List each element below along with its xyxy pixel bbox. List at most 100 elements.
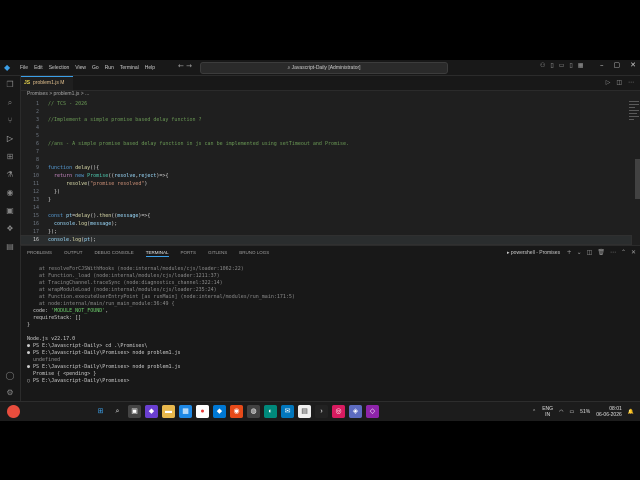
maximize-panel-icon[interactable]: ⌃ (621, 249, 626, 256)
code-line[interactable]: 5 (21, 132, 631, 140)
code-line[interactable]: 4 (21, 124, 631, 132)
app-pink-icon[interactable]: ◎ (332, 405, 345, 418)
terminal-line: code: 'MODULE_NOT_FOUND', (27, 308, 109, 314)
store-icon[interactable]: ▦ (179, 405, 192, 418)
code-line[interactable]: 13} (21, 196, 631, 204)
code-line[interactable]: 17}); (21, 228, 631, 236)
remote-explorer-icon[interactable]: ▣ (5, 206, 15, 216)
explorer-icon[interactable]: ❐ (5, 80, 15, 90)
tab-problems[interactable]: PROBLEMS (27, 250, 52, 257)
tab-gitlens[interactable]: GITLENS (208, 250, 227, 257)
tab-problem1[interactable]: JS problem1.js M (21, 76, 73, 90)
search-icon[interactable]: ⌕ (5, 98, 15, 108)
widgets-icon[interactable] (7, 405, 20, 418)
menu-run[interactable]: Run (105, 65, 114, 71)
menu-help[interactable]: Help (145, 65, 155, 71)
tab-ports[interactable]: PORTS (181, 250, 196, 257)
menu-terminal[interactable]: Terminal (120, 65, 139, 71)
minimize-icon[interactable]: – (600, 61, 604, 69)
code-line[interactable]: 7 (21, 148, 631, 156)
command-center-search[interactable]: ⌕ Javascript-Daily [Administrator] (200, 62, 448, 74)
code-line[interactable]: 6 //ans - A simple promise based delay fu… (21, 140, 631, 148)
split-editor-icon[interactable]: ◫ (616, 79, 622, 86)
tab-debug-console[interactable]: DEBUG CONSOLE (95, 250, 134, 257)
settings-gear-icon[interactable]: ⚙ (5, 388, 15, 398)
terminal-instance[interactable]: ▸ powershell - Promises (507, 250, 560, 256)
app-icon[interactable]: ◆ (145, 405, 158, 418)
menu-file[interactable]: File (20, 65, 28, 71)
terminal-line: Promise { <pending> } (27, 371, 97, 377)
wifi-icon[interactable]: ◠ (559, 409, 563, 415)
layout-controls[interactable]: ⚇ ▯ ▭ ▯ ▦ (540, 62, 583, 69)
toggle-sidebar-icon[interactable]: ▯ (550, 62, 553, 69)
tab-output[interactable]: OUTPUT (64, 250, 83, 257)
run-icon[interactable]: ▷ (606, 79, 611, 86)
more-icon[interactable]: ⋯ (610, 249, 616, 256)
bruno-icon[interactable]: ❖ (5, 224, 15, 234)
close-panel-icon[interactable]: ✕ (631, 249, 636, 256)
source-control-icon[interactable]: ⑂ (5, 116, 15, 126)
split-terminal-icon[interactable]: ◫ (587, 249, 593, 256)
terminal-app-icon[interactable]: › (315, 405, 328, 418)
toggle-secondary-sidebar-icon[interactable]: ▯ (569, 62, 572, 69)
battery-icon[interactable]: ▭ (569, 409, 574, 415)
code-line[interactable]: 8 (21, 156, 631, 164)
file-explorer-icon[interactable]: ▬ (162, 405, 175, 418)
code-line[interactable]: 16 console.log(pt); (20, 235, 632, 245)
code-line[interactable]: 11 resolve("promise resolved") (21, 180, 631, 188)
maximize-icon[interactable]: ▢ (614, 61, 621, 69)
line-number: 14 (32, 205, 39, 211)
testing-icon[interactable]: ⚗ (5, 170, 15, 180)
tray-chevron-icon[interactable]: ⌃ (532, 409, 536, 415)
close-icon[interactable]: ✕ (630, 61, 636, 69)
code-line[interactable]: 1 // TCS - 2026 (21, 100, 631, 108)
app-dark-icon[interactable]: ◍ (247, 405, 260, 418)
nav-arrows[interactable]: ← → (178, 62, 192, 70)
vscode-taskbar-icon[interactable]: ◆ (213, 405, 226, 418)
chevron-down-icon[interactable]: ⌄ (577, 249, 582, 256)
trash-icon[interactable]: 🗑 (597, 249, 605, 256)
customize-layout-icon[interactable]: ▦ (578, 62, 584, 69)
more-actions-icon[interactable]: ⋯ (628, 79, 634, 86)
code-line[interactable]: 16 console.log(message); (21, 220, 631, 228)
editor-scrollbar[interactable] (635, 159, 640, 199)
chrome-icon[interactable]: ● (196, 405, 209, 418)
search-icon[interactable]: ⌕ (111, 405, 124, 418)
copilot-icon[interactable]: ⚇ (540, 62, 545, 69)
line-number: 12 (32, 189, 39, 195)
code-line[interactable]: 2 (21, 108, 631, 116)
task-view-icon[interactable]: ▣ (128, 405, 141, 418)
tab-terminal[interactable]: TERMINAL (145, 250, 169, 257)
menu-edit[interactable]: Edit (34, 65, 43, 71)
notepad-icon[interactable]: ▤ (298, 405, 311, 418)
gitlens-icon[interactable]: ◉ (5, 188, 15, 198)
outlook-icon[interactable]: ✉ (281, 405, 294, 418)
notifications-icon[interactable]: 🔔 (628, 409, 634, 415)
clock[interactable]: 08:01 06-06-2026 (596, 406, 622, 418)
docker-icon[interactable]: ▤ (5, 242, 15, 252)
code-line[interactable]: 12 }) (21, 188, 631, 196)
code-line[interactable]: 10 return new Promise((resolve,reject)=>… (21, 172, 631, 180)
new-terminal-icon[interactable]: + (567, 249, 572, 256)
code-line[interactable]: 15 const pt=delay().then((message)=>{ (21, 212, 631, 220)
code-line[interactable]: 14 (21, 204, 631, 212)
menu-selection[interactable]: Selection (49, 65, 70, 71)
app-purple-icon[interactable]: ◇ (366, 405, 379, 418)
app-orange-icon[interactable]: ◉ (230, 405, 243, 418)
menu-go[interactable]: Go (92, 65, 99, 71)
app-teal-icon[interactable]: ◐ (264, 405, 277, 418)
terminal-output[interactable]: at resolveForCJSWithHooks (node:internal… (27, 266, 627, 404)
toggle-panel-icon[interactable]: ▭ (559, 62, 565, 69)
run-debug-icon[interactable]: ▷ (5, 134, 15, 144)
account-icon[interactable]: ◯ (5, 371, 15, 381)
code-line[interactable]: 3 //Implement a simple promise based dela… (21, 116, 631, 124)
breadcrumb[interactable]: Promises > problem1.js > ... (21, 90, 640, 99)
tab-bruno-logs[interactable]: BRUNO LOGS (239, 250, 269, 257)
menu-view[interactable]: View (75, 65, 86, 71)
windows-start-icon[interactable]: ⊞ (94, 405, 107, 418)
extensions-icon[interactable]: ⊞ (5, 152, 15, 162)
code-line[interactable]: 9 function delay(){ (21, 164, 631, 172)
vscode-logo-icon: ◆ (4, 63, 11, 72)
app-indigo-icon[interactable]: ◈ (349, 405, 362, 418)
language-indicator[interactable]: ENG IN (542, 406, 553, 418)
